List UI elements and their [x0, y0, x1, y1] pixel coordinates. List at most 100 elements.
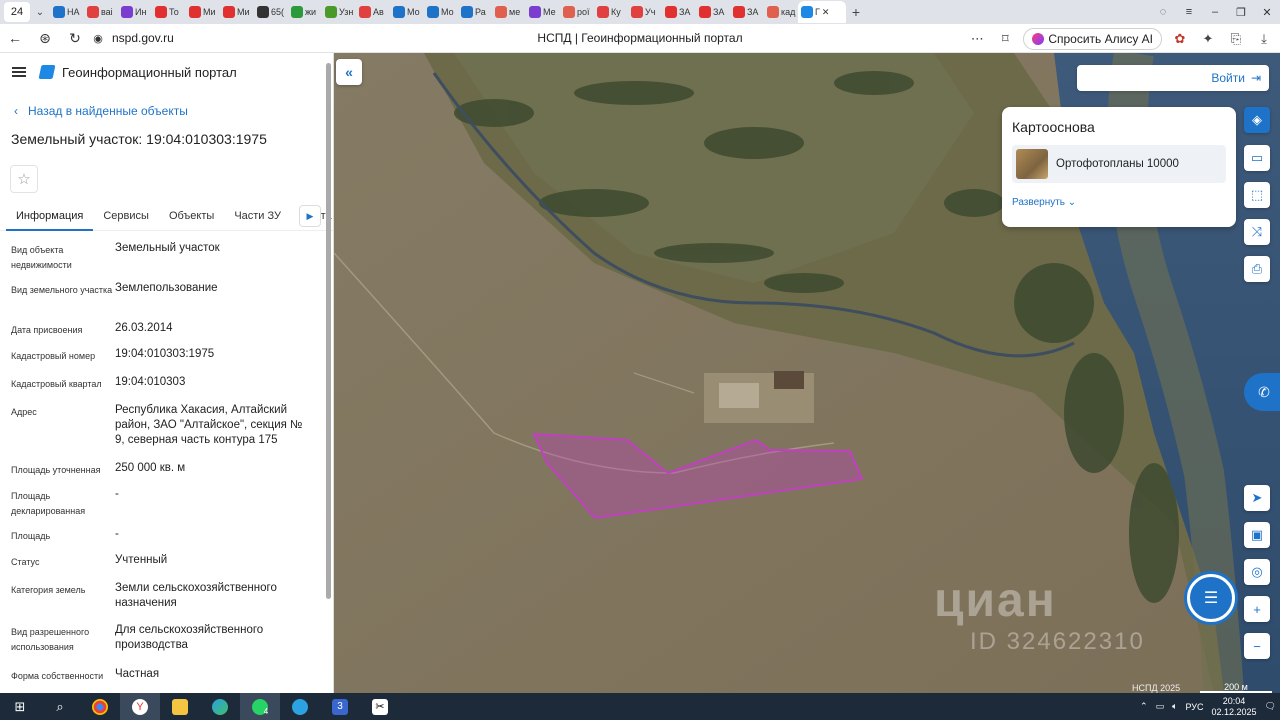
- browser-tab[interactable]: Ра: [458, 1, 492, 23]
- collapse-panel-button[interactable]: «: [336, 59, 362, 85]
- menu-burger-icon[interactable]: [12, 67, 26, 77]
- tab-2[interactable]: Объекты: [159, 203, 224, 231]
- info-row: Дата присвоения 26.03.2014: [0, 321, 333, 347]
- expand-basemaps-link[interactable]: Развернуть ⌄: [1012, 197, 1226, 208]
- info-row: Площадь декларированная -: [0, 487, 333, 527]
- reload-icon[interactable]: ↻: [60, 30, 90, 47]
- file-explorer-icon[interactable]: [160, 693, 200, 720]
- browser-tab[interactable]: Ми: [220, 1, 254, 23]
- telegram-icon[interactable]: [280, 693, 320, 720]
- address-bar-actions: ⋯ ⌑ Спросить Алису AI ✿ ✦ ⎘ ⤓: [967, 24, 1274, 53]
- browser-tab[interactable]: рої: [560, 1, 594, 23]
- browser-tab[interactable]: ЗА: [662, 1, 696, 23]
- bookmark-icon[interactable]: ⌑: [995, 31, 1015, 47]
- browser-tab[interactable]: ЗА: [696, 1, 730, 23]
- download-icon[interactable]: ⤓: [1254, 31, 1274, 47]
- select-area-icon[interactable]: ⬚: [1244, 182, 1270, 208]
- help-chat-icon[interactable]: ✆: [1244, 373, 1280, 411]
- login-button[interactable]: Войти ⇥: [1077, 65, 1269, 91]
- browser-tab[interactable]: Ав: [356, 1, 390, 23]
- language-indicator[interactable]: РУС: [1185, 702, 1203, 712]
- back-to-results-link[interactable]: ‹ Назад в найденные объекты: [0, 91, 333, 121]
- yandex-browser-icon[interactable]: Y: [120, 693, 160, 720]
- chat-support-icon[interactable]: ☰: [1187, 574, 1235, 622]
- info-value: Землепользование: [115, 282, 218, 294]
- map-view[interactable]: « Войти ⇥ Картооснова Ортофотопланы 1000…: [334, 53, 1280, 693]
- browser-tab[interactable]: Мо: [390, 1, 424, 23]
- windows-start-icon[interactable]: ⊞: [0, 693, 40, 720]
- notifications-icon[interactable]: 🗨︎: [1265, 701, 1276, 712]
- tab-3[interactable]: Части ЗУ: [224, 203, 291, 231]
- tab-1[interactable]: Сервисы: [93, 203, 159, 231]
- browser-tab[interactable]: 65(: [254, 1, 288, 23]
- browser-tab-active[interactable]: Г ✕: [798, 1, 846, 23]
- browser-tab[interactable]: Ин: [118, 1, 152, 23]
- clock[interactable]: 20:04 02.12.2025: [1212, 696, 1257, 718]
- collections-icon[interactable]: ✿: [1170, 31, 1190, 47]
- share-map-icon[interactable]: ⤨: [1244, 219, 1270, 245]
- tray-overflow-icon[interactable]: ⌃: [1140, 701, 1148, 712]
- protect-icon[interactable]: ⊛: [30, 30, 60, 47]
- minimize-icon[interactable]: –: [1202, 6, 1228, 18]
- info-value: Учтенный: [115, 554, 168, 566]
- url-field[interactable]: nspd.gov.ru: [112, 31, 174, 45]
- browser-tab[interactable]: Ми: [186, 1, 220, 23]
- browser-tab[interactable]: ме: [492, 1, 526, 23]
- volume-icon[interactable]: 🔈︎: [1172, 701, 1177, 712]
- zoom-out-button[interactable]: −: [1244, 633, 1270, 659]
- geolocation-icon[interactable]: ◎: [1244, 559, 1270, 585]
- browser-tab[interactable]: Мо: [424, 1, 458, 23]
- tab-count-button[interactable]: 24: [4, 2, 30, 22]
- chrome-icon[interactable]: [80, 693, 120, 720]
- site-info-icon[interactable]: ◉: [90, 32, 106, 45]
- tab-label: жи: [305, 7, 317, 17]
- maximize-icon[interactable]: ❐: [1228, 6, 1254, 19]
- browser-tab[interactable]: Ку: [594, 1, 628, 23]
- layers-icon[interactable]: ◈: [1244, 107, 1270, 133]
- close-window-icon[interactable]: ✕: [1254, 6, 1280, 19]
- capcut-icon[interactable]: ✂: [360, 693, 400, 720]
- address-bar: ← ⊛ ↻ ◉ nspd.gov.ru НСПД | Геоинформацио…: [0, 24, 1280, 53]
- close-tab-icon[interactable]: ✕: [822, 7, 830, 18]
- new-tab-button[interactable]: +: [846, 4, 866, 20]
- share-icon[interactable]: ⎘: [1226, 31, 1246, 47]
- ruler-icon[interactable]: ▭: [1244, 145, 1270, 171]
- browser-tab[interactable]: Узн: [322, 1, 356, 23]
- map-scale-bar: 200 м: [1200, 683, 1272, 693]
- panel-scrollbar[interactable]: [326, 63, 331, 599]
- browser-tab[interactable]: ваі: [84, 1, 118, 23]
- locate-icon[interactable]: ➤: [1244, 485, 1270, 511]
- zoom-in-button[interactable]: +: [1244, 596, 1270, 622]
- tabs-scroll-right-icon[interactable]: ▶: [299, 205, 321, 227]
- browser-tab[interactable]: жи: [288, 1, 322, 23]
- info-key: Статус: [11, 557, 40, 567]
- tab-0[interactable]: Информация: [6, 203, 94, 231]
- info-key: Категория земель: [11, 585, 86, 595]
- info-row: Вид объекта недвижимости Земельный участо…: [0, 241, 333, 281]
- browser-tab[interactable]: НА: [50, 1, 84, 23]
- browser-tab[interactable]: То: [152, 1, 186, 23]
- tab-label: рої: [577, 7, 590, 17]
- profile-icon[interactable]: ◌: [1150, 6, 1176, 18]
- search-icon[interactable]: ⌕: [40, 693, 80, 720]
- whatsapp-icon[interactable]: 4: [240, 693, 280, 720]
- menu-icon[interactable]: ≡: [1176, 6, 1202, 18]
- max-messenger-icon[interactable]: 3: [320, 693, 360, 720]
- browser-tab[interactable]: Ме: [526, 1, 560, 23]
- browser-tab[interactable]: Уч: [628, 1, 662, 23]
- ask-alice-button[interactable]: Спросить Алису AI: [1023, 27, 1162, 50]
- edge-icon[interactable]: [200, 693, 240, 720]
- tab-list-chevron-icon[interactable]: ⌄: [30, 7, 50, 18]
- network-icon[interactable]: ▭: [1156, 701, 1165, 712]
- tab-label: Ин: [135, 7, 147, 17]
- max-badge: 3: [332, 698, 348, 715]
- basemap-option-orthophoto[interactable]: Ортофотопланы 10000: [1012, 145, 1226, 183]
- favorite-star-icon[interactable]: ☆: [10, 165, 38, 193]
- extensions-icon[interactable]: ✦: [1198, 31, 1218, 47]
- more-icon[interactable]: ⋯: [967, 31, 987, 47]
- back-icon[interactable]: ←: [0, 30, 30, 46]
- browser-tab[interactable]: кад: [764, 1, 798, 23]
- browser-tab[interactable]: ЗА: [730, 1, 764, 23]
- print-icon[interactable]: ⎙: [1244, 256, 1270, 282]
- minimap-icon[interactable]: ▣: [1244, 522, 1270, 548]
